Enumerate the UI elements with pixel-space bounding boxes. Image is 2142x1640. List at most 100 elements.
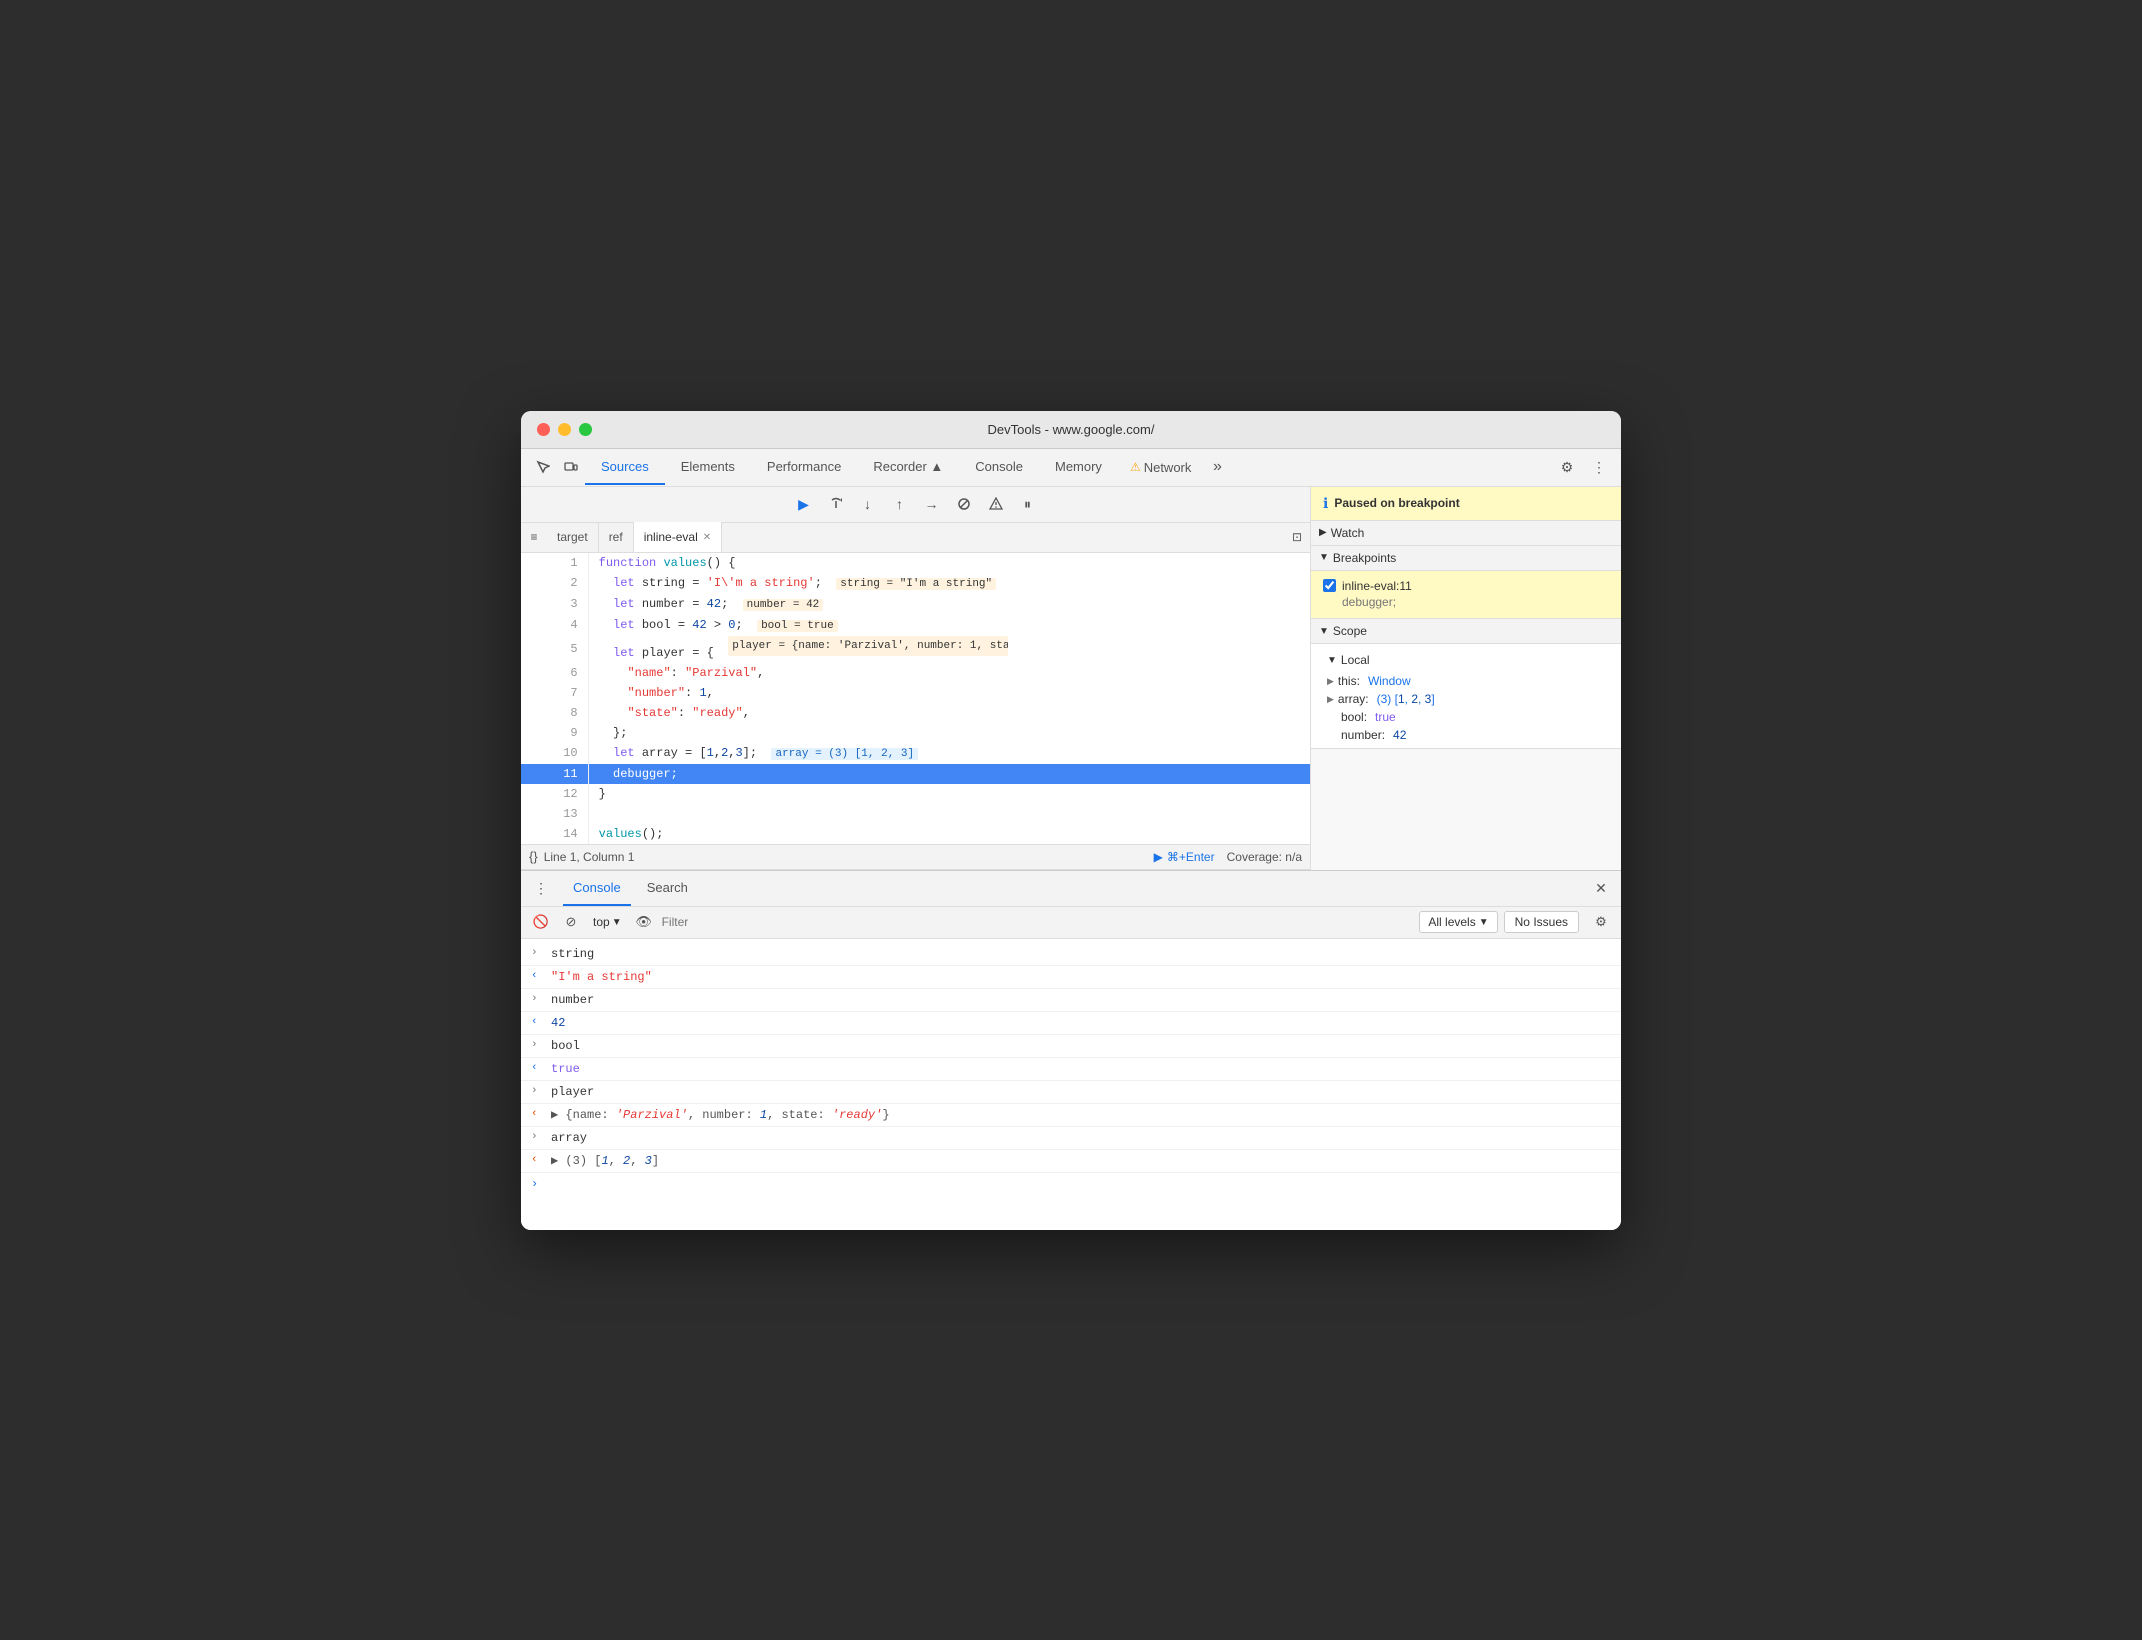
run-snippet-button[interactable]: ▶ ⌘+Enter xyxy=(1154,850,1215,864)
scope-key-number: number: xyxy=(1327,728,1385,742)
tab-sources[interactable]: Sources xyxy=(585,449,665,485)
code-text[interactable]: function values() { xyxy=(588,553,1310,573)
pause-on-exceptions-icon[interactable] xyxy=(982,490,1010,518)
step-into-button[interactable]: ↓ xyxy=(854,490,882,518)
source-file-tabs: ≡ target ref inline-eval ✕ ⊡ xyxy=(521,523,1310,553)
console-prompt[interactable]: › xyxy=(521,1173,1621,1195)
code-line-2: 2 let string = 'I\'m a string'; string =… xyxy=(521,573,1310,594)
more-options-icon[interactable]: ⋮ xyxy=(1585,453,1613,481)
code-line-11: 11 debugger; xyxy=(521,764,1310,784)
console-settings-icon[interactable]: ⚙ xyxy=(1589,910,1613,934)
step-out-button[interactable]: ↑ xyxy=(886,490,914,518)
console-text: string xyxy=(551,947,594,961)
input-arrow-icon: › xyxy=(531,1037,538,1054)
code-text[interactable]: let bool = 42 > 0; bool = true xyxy=(588,615,1310,636)
reveal-in-sidebar-icon[interactable]: ⊡ xyxy=(1284,522,1310,552)
tab-recorder[interactable]: Recorder ▲ xyxy=(857,449,959,485)
code-editor[interactable]: 1 function values() { 2 let string = 'I\… xyxy=(521,553,1310,844)
watch-label: Watch xyxy=(1331,526,1365,540)
paused-info: ℹ Paused on breakpoint xyxy=(1311,487,1621,521)
close-tab-icon[interactable]: ✕ xyxy=(703,532,711,543)
close-console-icon[interactable]: ✕ xyxy=(1589,876,1613,900)
scope-expand-icon[interactable]: ▶ xyxy=(1327,694,1334,705)
tab-memory[interactable]: Memory xyxy=(1039,449,1118,485)
maximize-button[interactable] xyxy=(579,423,592,436)
tab-target[interactable]: target xyxy=(547,522,599,552)
code-text[interactable]: "name": "Parzival", xyxy=(588,663,1310,683)
code-text[interactable]: let string = 'I\'m a string'; string = "… xyxy=(588,573,1310,594)
scope-section-header[interactable]: ▼ Scope xyxy=(1311,619,1621,644)
code-text[interactable]: debugger; xyxy=(588,764,1310,784)
tab-network[interactable]: ⚠ Network xyxy=(1118,449,1203,485)
tab-search-panel[interactable]: Search xyxy=(637,870,698,906)
line-number: 9 xyxy=(521,723,588,743)
scope-item-bool: bool: true xyxy=(1311,708,1621,726)
line-number: 3 xyxy=(521,594,588,615)
output-arrow-icon: ‹ xyxy=(531,968,538,985)
code-text[interactable]: let array = [1,2,3]; array = (3) [1, 2, … xyxy=(588,743,1310,764)
step-button[interactable]: → xyxy=(918,490,946,518)
resume-button[interactable]: ▶ xyxy=(790,490,818,518)
deactivate-breakpoints-icon[interactable] xyxy=(950,490,978,518)
line-number: 7 xyxy=(521,683,588,703)
console-menu-icon[interactable]: ⋮ xyxy=(529,876,553,900)
run-icon: ▶ xyxy=(1154,850,1163,864)
console-area: ⋮ Console Search ✕ 🚫 ⊘ top ▼ 👁 xyxy=(521,870,1621,1230)
context-selector[interactable]: top ▼ xyxy=(589,913,626,931)
code-line-12: 12 } xyxy=(521,784,1310,804)
step-over-button[interactable] xyxy=(822,490,850,518)
traffic-lights xyxy=(537,423,592,436)
code-text[interactable]: "state": "ready", xyxy=(588,703,1310,723)
breakpoint-checkbox[interactable] xyxy=(1323,579,1336,592)
cursor-position: Line 1, Column 1 xyxy=(544,850,635,864)
content-area: ▶ ↓ ↑ → xyxy=(521,487,1621,870)
eye-icon[interactable]: 👁 xyxy=(632,910,656,934)
pause-button[interactable]: ⏸ xyxy=(1014,490,1042,518)
settings-icon[interactable]: ⚙ xyxy=(1553,453,1581,481)
tab-inline-eval[interactable]: inline-eval ✕ xyxy=(634,522,722,552)
code-text[interactable]: let player = { player = {name: 'Parzival… xyxy=(588,636,1310,663)
log-levels-dropdown[interactable]: All levels ▼ xyxy=(1419,911,1497,933)
scope-expand-icon[interactable]: ▶ xyxy=(1327,676,1334,687)
close-button[interactable] xyxy=(537,423,550,436)
code-line-4: 4 let bool = 42 > 0; bool = true xyxy=(521,615,1310,636)
local-section-header[interactable]: ▼ Local xyxy=(1311,648,1621,672)
main-tabs-bar: Sources Elements Performance Recorder ▲ … xyxy=(521,449,1621,487)
breakpoints-section-header[interactable]: ▼ Breakpoints xyxy=(1311,546,1621,571)
console-output[interactable]: › string ‹ "I'm a string" › number ‹ 42 xyxy=(521,939,1621,1230)
scope-val-bool: true xyxy=(1375,710,1396,724)
console-filter-input[interactable] xyxy=(662,915,1414,929)
more-tabs-icon[interactable]: » xyxy=(1203,453,1231,481)
context-label: top xyxy=(593,915,610,929)
code-text[interactable] xyxy=(588,804,1310,824)
element-picker-icon[interactable] xyxy=(529,453,557,481)
code-line-9: 9 }; xyxy=(521,723,1310,743)
console-text: ▶ (3) [1, 2, 3] xyxy=(551,1154,659,1168)
tab-elements[interactable]: Elements xyxy=(665,449,751,485)
code-text[interactable]: }; xyxy=(588,723,1310,743)
tab-ref[interactable]: ref xyxy=(599,522,634,552)
console-text: bool xyxy=(551,1039,580,1053)
code-text[interactable]: let number = 42; number = 42 xyxy=(588,594,1310,615)
code-text[interactable]: } xyxy=(588,784,1310,804)
tab-console[interactable]: Console xyxy=(959,449,1039,485)
console-block-icon[interactable]: ⊘ xyxy=(559,910,583,934)
line-number: 12 xyxy=(521,784,588,804)
no-issues-button[interactable]: No Issues xyxy=(1504,911,1579,933)
console-text: true xyxy=(551,1062,580,1076)
device-toolbar-icon[interactable] xyxy=(557,453,585,481)
minimize-button[interactable] xyxy=(558,423,571,436)
watch-section-header[interactable]: ▶ Watch xyxy=(1311,521,1621,546)
output-arrow-icon: ‹ xyxy=(531,1060,538,1077)
status-bar: {} Line 1, Column 1 ▶ ⌘+Enter Coverage: … xyxy=(521,844,1310,870)
clear-console-icon[interactable]: 🚫 xyxy=(529,910,553,934)
input-arrow-icon: › xyxy=(531,1083,538,1100)
code-line-10: 10 let array = [1,2,3]; array = (3) [1, … xyxy=(521,743,1310,764)
code-text[interactable]: values(); xyxy=(588,824,1310,844)
code-text[interactable]: "number": 1, xyxy=(588,683,1310,703)
line-number: 6 xyxy=(521,663,588,683)
tab-console-panel[interactable]: Console xyxy=(563,870,631,906)
scope-key-bool: bool: xyxy=(1327,710,1367,724)
tab-performance[interactable]: Performance xyxy=(751,449,857,485)
file-navigator-icon[interactable]: ≡ xyxy=(521,522,547,552)
